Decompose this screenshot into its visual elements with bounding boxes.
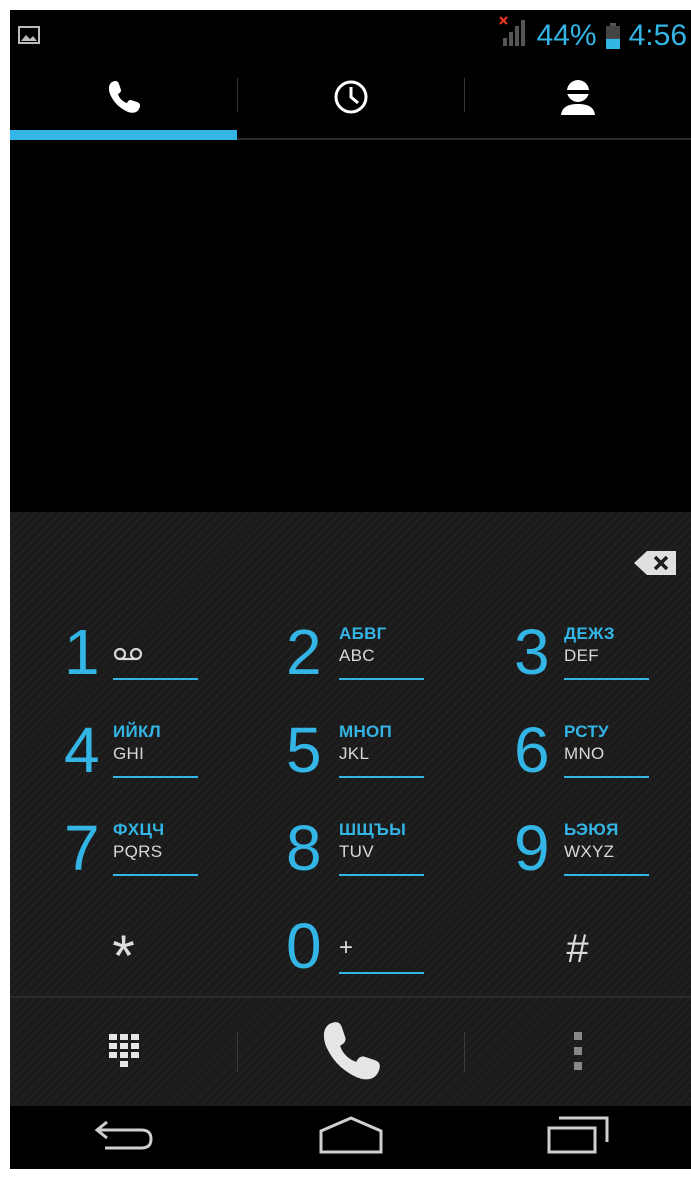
recent-apps-icon bbox=[547, 1116, 609, 1159]
key-4[interactable]: 4 ИЙКЛ GHI bbox=[10, 710, 237, 808]
nav-recents-button[interactable] bbox=[464, 1106, 691, 1169]
key-underline bbox=[564, 678, 649, 680]
tab-call-log[interactable] bbox=[237, 60, 464, 138]
key-latin-letters: TUV bbox=[339, 842, 374, 861]
call-button[interactable] bbox=[237, 998, 464, 1108]
key-hash[interactable]: # bbox=[464, 906, 691, 1004]
contact-icon bbox=[558, 77, 598, 122]
key-digit: 0 bbox=[286, 910, 322, 982]
dialpad-icon bbox=[108, 1033, 139, 1073]
key-digit: 9 bbox=[514, 812, 550, 884]
home-icon bbox=[318, 1116, 384, 1159]
key-digit: 7 bbox=[64, 812, 100, 884]
key-7[interactable]: 7 ФХЦЧ PQRS bbox=[10, 808, 237, 906]
tab-dialer[interactable] bbox=[10, 60, 237, 140]
key-underline bbox=[339, 776, 424, 778]
key-latin-letters: MNO bbox=[564, 744, 605, 763]
key-latin-letters: JKL bbox=[339, 744, 370, 763]
key-cyrillic-letters: РСТУ bbox=[564, 722, 609, 741]
key-0[interactable]: 0 + bbox=[237, 906, 464, 1004]
status-bar: 44% 4:56 bbox=[10, 10, 691, 60]
battery-icon bbox=[605, 23, 621, 49]
key-6[interactable]: 6 РСТУ MNO bbox=[464, 710, 691, 808]
key-digit: # bbox=[566, 927, 589, 971]
dialer-action-bar bbox=[10, 996, 691, 1108]
key-cyrillic-letters: МНОП bbox=[339, 722, 393, 741]
key-latin-letters: DEF bbox=[564, 646, 599, 665]
tab-contacts[interactable] bbox=[464, 60, 691, 138]
key-9[interactable]: 9 ЬЭЮЯ WXYZ bbox=[464, 808, 691, 906]
battery-percent: 44% bbox=[536, 19, 597, 52]
dialer-screen: 44% 4:56 1 2 АБВГ ABC 3 ДЕЖЗ DEF 4 ИЙКЛ … bbox=[10, 10, 691, 1169]
key-underline bbox=[113, 874, 198, 876]
key-underline bbox=[564, 776, 649, 778]
phone-icon bbox=[104, 77, 144, 122]
back-icon bbox=[93, 1117, 155, 1158]
key-latin-letters: ABC bbox=[339, 646, 375, 665]
number-display bbox=[10, 140, 691, 512]
phone-icon bbox=[315, 1015, 387, 1092]
key-cyrillic-letters: ШЩЪЫ bbox=[339, 820, 407, 839]
key-cyrillic-letters: ДЕЖЗ bbox=[564, 624, 615, 643]
key-plus-label: + bbox=[339, 934, 354, 961]
key-underline bbox=[339, 678, 424, 680]
overflow-menu-icon bbox=[573, 1031, 583, 1075]
key-digit: 6 bbox=[514, 714, 550, 786]
clock-icon bbox=[331, 77, 371, 122]
overflow-menu-button[interactable] bbox=[464, 998, 691, 1108]
key-cyrillic-letters: ЬЭЮЯ bbox=[564, 820, 619, 839]
key-digit: 4 bbox=[64, 714, 100, 786]
clock-time: 4:56 bbox=[628, 19, 687, 52]
key-underline bbox=[113, 776, 198, 778]
key-digit: 8 bbox=[286, 812, 322, 884]
key-2[interactable]: 2 АБВГ ABC bbox=[237, 612, 464, 710]
nav-back-button[interactable] bbox=[10, 1106, 237, 1169]
key-digit: 3 bbox=[514, 616, 550, 688]
key-cyrillic-letters: ФХЦЧ bbox=[113, 820, 165, 839]
key-digit: 5 bbox=[286, 714, 322, 786]
key-star[interactable]: * bbox=[10, 906, 237, 1004]
key-1[interactable]: 1 bbox=[10, 612, 237, 710]
key-latin-letters: GHI bbox=[113, 744, 145, 763]
voicemail-icon bbox=[112, 646, 146, 667]
key-underline bbox=[113, 678, 198, 680]
key-8[interactable]: 8 ШЩЪЫ TUV bbox=[237, 808, 464, 906]
nav-home-button[interactable] bbox=[237, 1106, 464, 1169]
key-underline bbox=[339, 972, 424, 974]
keypad-grid: 1 2 АБВГ ABC 3 ДЕЖЗ DEF 4 ИЙКЛ GHI 5 МНО… bbox=[10, 612, 691, 1004]
key-cyrillic-letters: ИЙКЛ bbox=[113, 722, 161, 741]
gallery-icon bbox=[18, 26, 40, 49]
key-cyrillic-letters: АБВГ bbox=[339, 624, 387, 643]
backspace-button[interactable] bbox=[633, 550, 677, 581]
key-latin-letters: WXYZ bbox=[564, 842, 615, 861]
navigation-bar bbox=[10, 1106, 691, 1169]
key-latin-letters: PQRS bbox=[113, 842, 163, 861]
key-5[interactable]: 5 МНОП JKL bbox=[237, 710, 464, 808]
no-signal-icon bbox=[498, 16, 529, 56]
key-digit: * bbox=[112, 924, 135, 989]
backspace-icon bbox=[634, 551, 676, 575]
key-digit: 2 bbox=[286, 616, 322, 688]
key-underline bbox=[339, 874, 424, 876]
dialpad: 1 2 АБВГ ABC 3 ДЕЖЗ DEF 4 ИЙКЛ GHI 5 МНО… bbox=[10, 512, 691, 996]
key-3[interactable]: 3 ДЕЖЗ DEF bbox=[464, 612, 691, 710]
key-underline bbox=[564, 874, 649, 876]
key-digit: 1 bbox=[64, 616, 100, 688]
dialpad-toggle-button[interactable] bbox=[10, 998, 237, 1108]
tab-bar bbox=[10, 60, 691, 140]
